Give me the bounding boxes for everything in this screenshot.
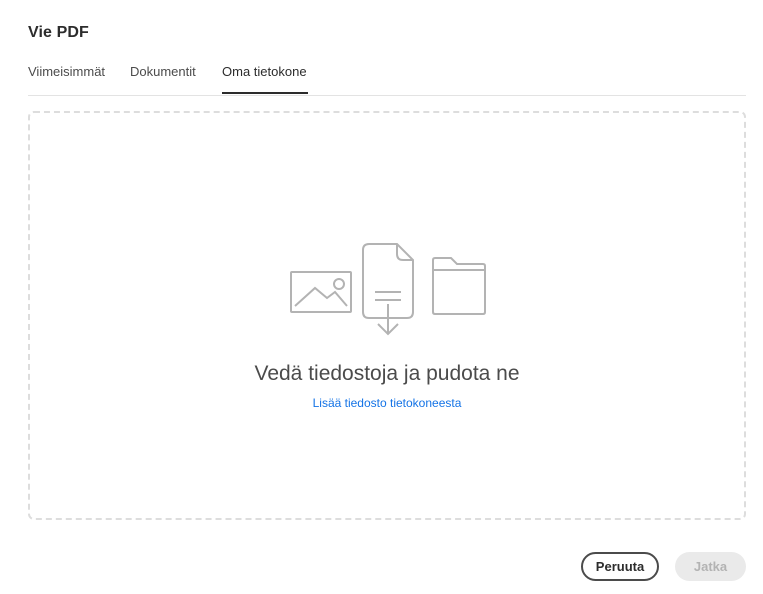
drop-zone-title: Vedä tiedostoja ja pudota ne [254,362,520,385]
active-tab-indicator [222,92,308,94]
tab-my-computer[interactable]: Oma tietokone [222,64,307,79]
folder-icon [432,257,486,315]
cancel-button[interactable]: Peruuta [581,552,659,581]
upload-illustration [290,243,486,336]
file-drop-zone[interactable]: Vedä tiedostoja ja pudota ne Lisää tiedo… [28,111,746,520]
image-icon [290,271,352,313]
tab-bar: Viimeisimmät Dokumentit Oma tietokone [28,58,746,96]
tab-recent[interactable]: Viimeisimmät [28,64,105,79]
document-download-icon [362,243,414,336]
add-file-from-computer-link[interactable]: Lisää tiedosto tietokoneesta [30,396,744,410]
dialog-title: Vie PDF [28,24,89,41]
tab-documents[interactable]: Dokumentit [130,64,196,79]
continue-button[interactable]: Jatka [675,552,746,581]
